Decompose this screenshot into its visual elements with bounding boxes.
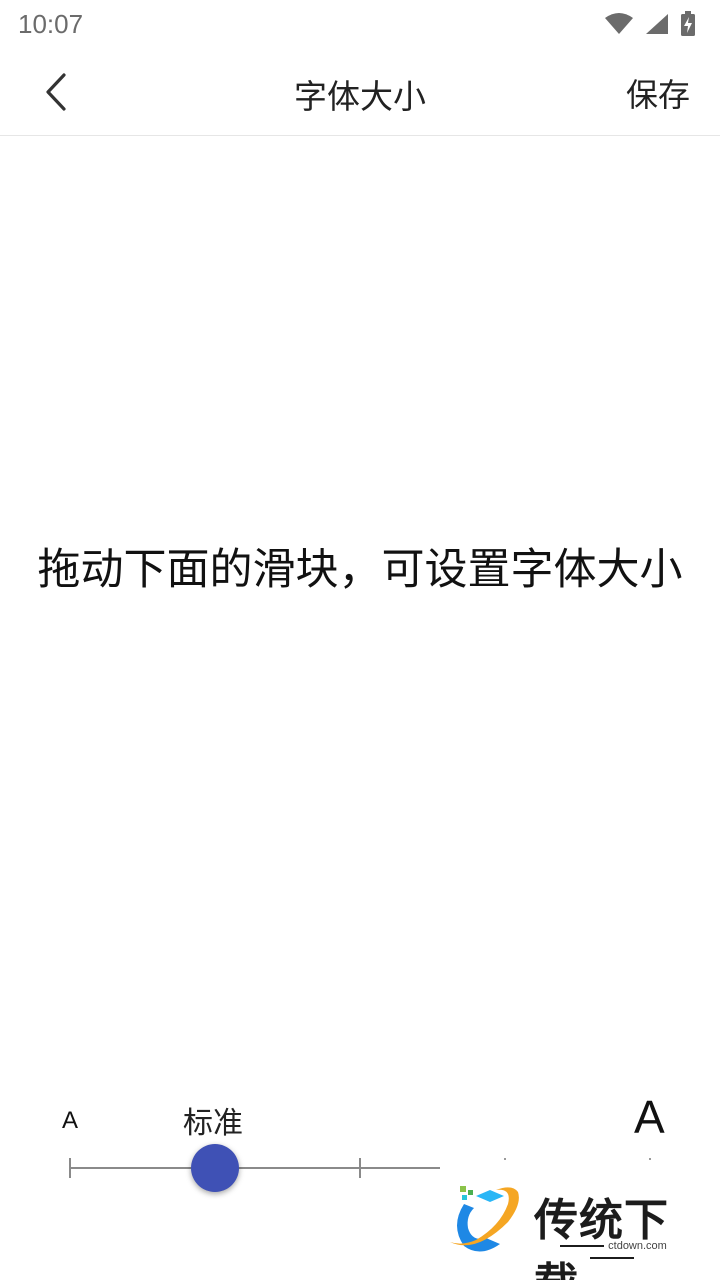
- slider-tick: [649, 1158, 651, 1160]
- watermark-logo: 传统下载 ctdown.com: [446, 1180, 696, 1280]
- small-font-label: A: [62, 1107, 79, 1134]
- slider-tick: [69, 1158, 71, 1178]
- slider-thumb[interactable]: [191, 1144, 239, 1192]
- status-time: 10:07: [18, 8, 84, 39]
- slider-tick: [359, 1158, 361, 1178]
- current-size-label: 标准: [183, 1106, 243, 1141]
- cell-signal-icon: [644, 12, 670, 36]
- watermark-subtitle: ctdown.com: [534, 1240, 689, 1264]
- status-bar: 10:07: [0, 0, 720, 48]
- font-size-settings-screen: 10:07 字体大小 保存 拖动下面的滑块，可设置字体大小 A 标准 A 传统下…: [0, 0, 720, 1280]
- battery-charging-icon: [680, 11, 696, 37]
- font-preview-text: 拖动下面的滑块，可设置字体大小: [37, 545, 683, 595]
- save-button[interactable]: 保存: [626, 70, 690, 116]
- wifi-icon: [604, 12, 634, 36]
- slider-track[interactable]: [70, 1167, 440, 1169]
- slider-tick: [504, 1158, 506, 1160]
- status-icons: [604, 11, 696, 37]
- large-font-label: A: [634, 1091, 665, 1143]
- watermark-url: ctdown.com: [608, 1240, 667, 1252]
- page-title: 字体大小: [294, 77, 426, 116]
- app-toolbar: 字体大小 保存: [0, 48, 720, 136]
- watermark-title: 传统下载: [534, 1195, 669, 1280]
